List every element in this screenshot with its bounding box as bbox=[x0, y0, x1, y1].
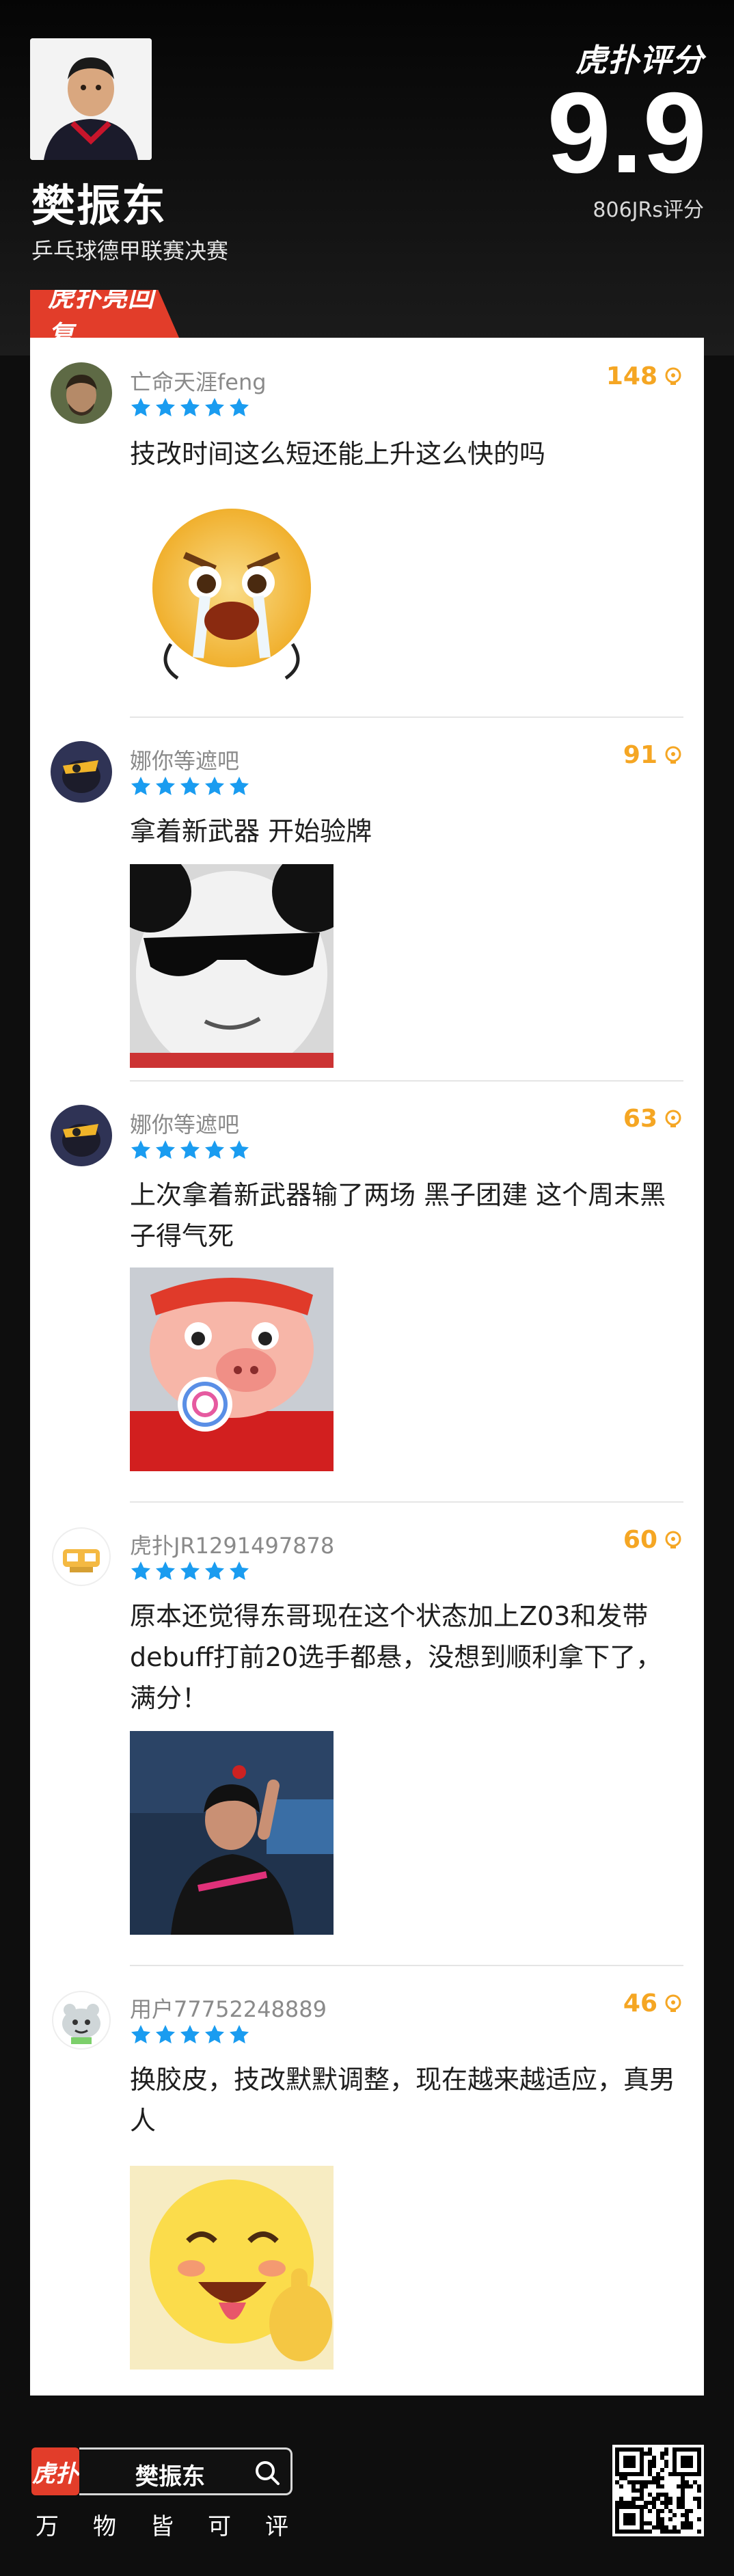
star-icon bbox=[156, 398, 175, 416]
star-icon bbox=[180, 1140, 200, 1159]
comment-username[interactable]: 用户77752248889 bbox=[130, 1992, 327, 2024]
like-count[interactable]: 91 bbox=[623, 741, 683, 769]
like-count[interactable]: 46 bbox=[623, 1989, 683, 2017]
like-count[interactable]: 63 bbox=[623, 1105, 683, 1133]
like-count-value: 46 bbox=[623, 1989, 657, 2017]
divider bbox=[130, 1965, 683, 1966]
player-photo bbox=[30, 38, 152, 160]
like-count-value: 148 bbox=[606, 362, 657, 390]
star-icon bbox=[180, 777, 200, 795]
star-rating bbox=[130, 2024, 250, 2045]
slogan-char: 皆 bbox=[150, 2513, 174, 2540]
star-icon bbox=[131, 1140, 150, 1159]
slogan-char: 物 bbox=[93, 2513, 116, 2540]
slogan-char: 万 bbox=[36, 2513, 59, 2540]
star-icon bbox=[131, 777, 150, 795]
slogan: 万 物 皆 可 评 bbox=[36, 2508, 288, 2541]
star-icon bbox=[205, 1561, 224, 1580]
avatar[interactable] bbox=[51, 1105, 112, 1166]
star-rating bbox=[130, 397, 250, 418]
comment-image[interactable] bbox=[130, 1267, 334, 1471]
comment-text: 拿着新武器 开始验牌 bbox=[130, 816, 372, 846]
star-rating bbox=[130, 1560, 250, 1582]
qr-code[interactable] bbox=[612, 2445, 704, 2536]
slogan-char: 可 bbox=[208, 2513, 231, 2540]
star-icon bbox=[131, 2025, 150, 2043]
star-icon bbox=[205, 398, 224, 416]
search-box[interactable]: 樊振东 bbox=[79, 2447, 293, 2495]
star-rating bbox=[130, 775, 250, 797]
slogan-char: 评 bbox=[265, 2513, 288, 2540]
star-icon bbox=[180, 1561, 200, 1580]
star-icon bbox=[230, 777, 249, 795]
comment-username[interactable]: 亡命天涯feng bbox=[130, 365, 267, 397]
comment-image[interactable] bbox=[130, 864, 334, 1068]
avatar[interactable] bbox=[51, 741, 112, 803]
like-count-value: 91 bbox=[623, 741, 657, 769]
comment-image[interactable] bbox=[130, 1731, 334, 1935]
divider bbox=[130, 1501, 683, 1503]
search-query: 樊振东 bbox=[135, 2463, 205, 2491]
comment-image[interactable] bbox=[130, 2166, 334, 2370]
lightbulb-icon bbox=[665, 1994, 681, 2012]
lightbulb-icon bbox=[665, 1110, 681, 1127]
score-value: 9.9 bbox=[547, 68, 707, 197]
comment-text: 技改时间这么短还能上升这么快的吗 bbox=[130, 439, 546, 469]
star-icon bbox=[230, 2025, 249, 2043]
star-icon bbox=[156, 1140, 175, 1159]
lightbulb-icon bbox=[665, 1531, 681, 1548]
star-icon bbox=[205, 1140, 224, 1159]
comment-text: 上次拿着新武器输了两场 黑子团建 这个周末黑子得气死 bbox=[130, 1180, 666, 1251]
star-icon bbox=[180, 2025, 200, 2043]
comment-username[interactable]: 娜你等遮吧 bbox=[130, 1108, 239, 1139]
star-icon bbox=[230, 1561, 249, 1580]
rating-count: 806JRs评分 bbox=[593, 198, 704, 222]
search-icon[interactable] bbox=[254, 2459, 281, 2486]
like-count[interactable]: 148 bbox=[606, 362, 683, 390]
like-count-value: 63 bbox=[623, 1105, 657, 1133]
hupu-logo: 虎扑 bbox=[31, 2447, 79, 2495]
comment-image[interactable] bbox=[130, 500, 334, 704]
lightbulb-icon bbox=[665, 746, 681, 764]
star-icon bbox=[205, 2025, 224, 2043]
comment-username[interactable]: 虎扑JR1291497878 bbox=[130, 1529, 334, 1560]
lightbulb-icon bbox=[665, 367, 681, 385]
divider bbox=[130, 716, 683, 718]
star-icon bbox=[205, 777, 224, 795]
star-icon bbox=[230, 1140, 249, 1159]
like-count[interactable]: 60 bbox=[623, 1526, 683, 1554]
comment-username[interactable]: 娜你等遮吧 bbox=[130, 744, 239, 775]
star-icon bbox=[131, 398, 150, 416]
star-icon bbox=[180, 398, 200, 416]
avatar[interactable] bbox=[51, 1526, 112, 1587]
star-icon bbox=[156, 2025, 175, 2043]
comment-text: 换胶皮，技改默默调整，现在越来越适应，真男人 bbox=[130, 2065, 676, 2136]
event-subtitle: 乒乓球德甲联赛决赛 bbox=[31, 238, 229, 264]
avatar[interactable] bbox=[51, 362, 112, 424]
comment-text: 原本还觉得东哥现在这个状态加上Z03和发带debuff打前20选手都悬，没想到顺… bbox=[130, 1601, 662, 1713]
star-icon bbox=[156, 1561, 175, 1580]
star-icon bbox=[230, 398, 249, 416]
star-rating bbox=[130, 1139, 250, 1161]
star-icon bbox=[131, 1561, 150, 1580]
divider bbox=[130, 1080, 683, 1082]
player-name: 樊振东 bbox=[31, 181, 167, 232]
avatar[interactable] bbox=[51, 1989, 112, 2051]
hot-replies-tag: 虎扑亮回复 bbox=[30, 290, 179, 338]
like-count-value: 60 bbox=[623, 1526, 657, 1554]
star-icon bbox=[156, 777, 175, 795]
comments-card: 亡命天涯feng 148 技改时间这么短还能上升这么快的吗 娜你等遮吧 91 拿… bbox=[30, 338, 704, 2396]
